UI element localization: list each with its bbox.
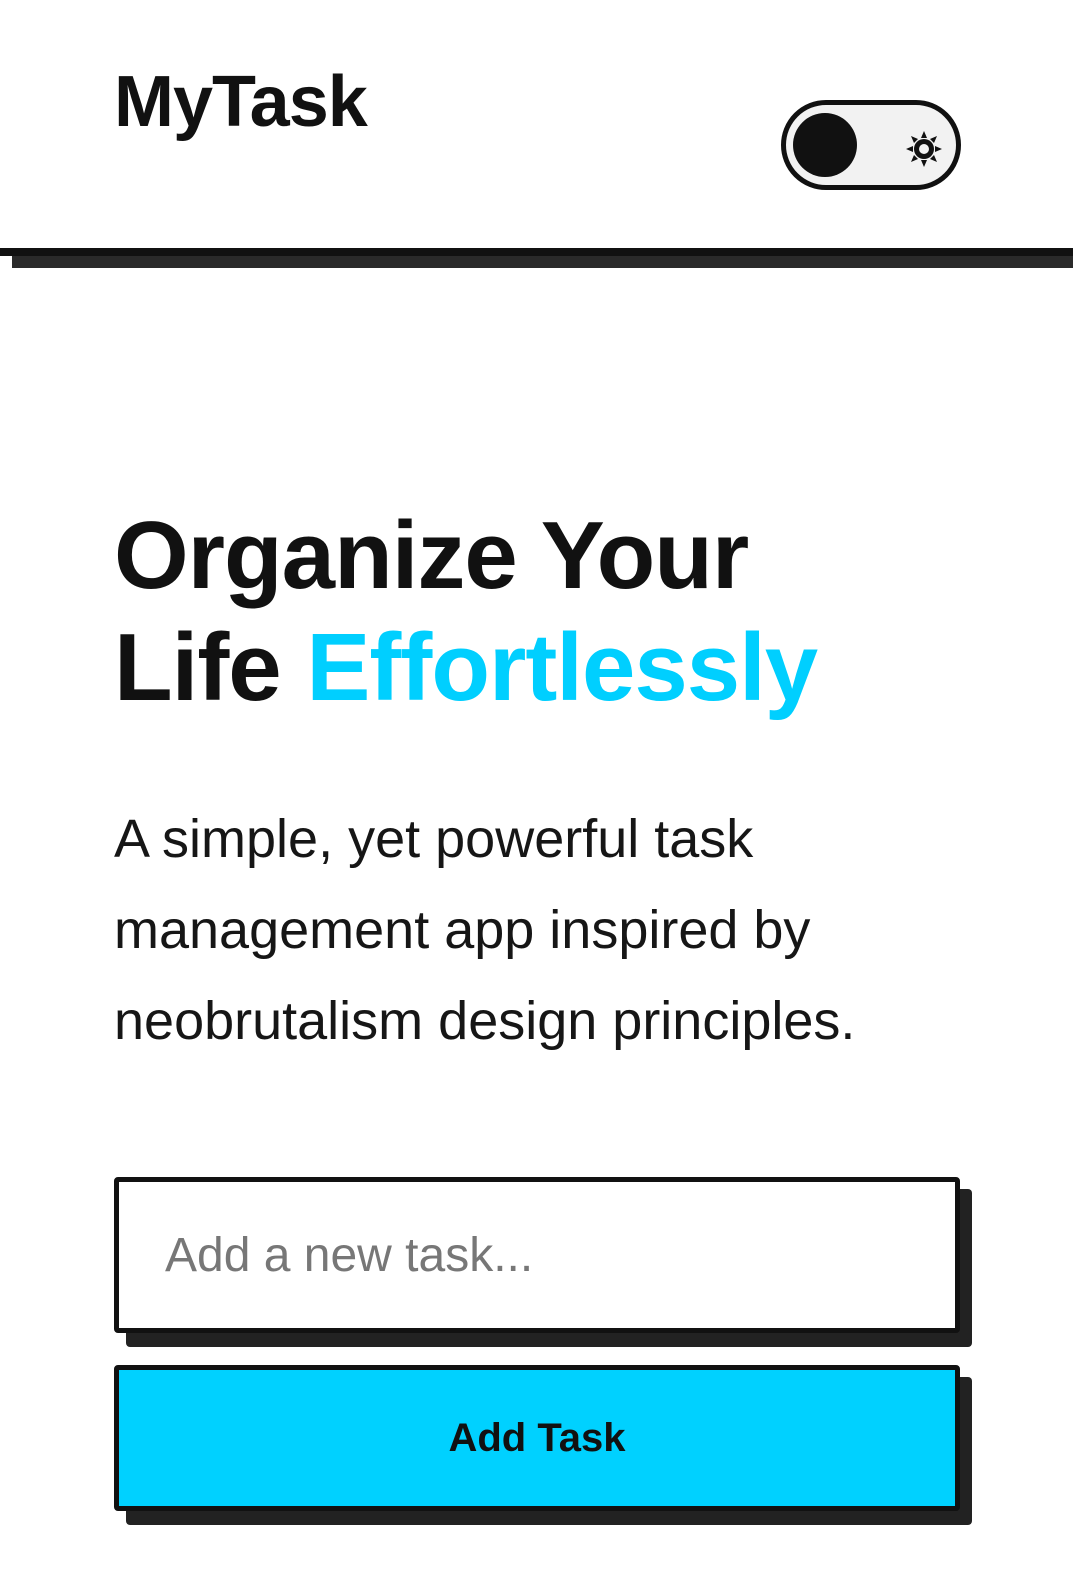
hero-description: A simple, yet powerful task management a…: [114, 809, 856, 1051]
add-task-button[interactable]: Add Task: [114, 1365, 960, 1511]
page: MyTask Organize Your Life Effortlessly A…: [0, 0, 1080, 1578]
toggle-knob: [793, 113, 857, 177]
app-logo[interactable]: MyTask: [114, 66, 368, 138]
task-input-wrapper: [114, 1177, 972, 1347]
hero-title-life: Life: [114, 614, 282, 721]
hero-title: Organize Your Life Effortlessly: [114, 500, 1014, 724]
add-task-button-wrapper: Add Task: [114, 1365, 972, 1525]
app-header: MyTask: [0, 0, 1080, 268]
hero-title-line1: Organize Your: [114, 502, 749, 609]
sun-icon: [906, 131, 942, 167]
theme-toggle[interactable]: [781, 100, 961, 190]
header-divider-shadow: [12, 256, 1073, 268]
task-input[interactable]: [114, 1177, 960, 1333]
hero-title-accent: Effortlessly: [306, 614, 818, 721]
header-divider: [0, 248, 1073, 256]
